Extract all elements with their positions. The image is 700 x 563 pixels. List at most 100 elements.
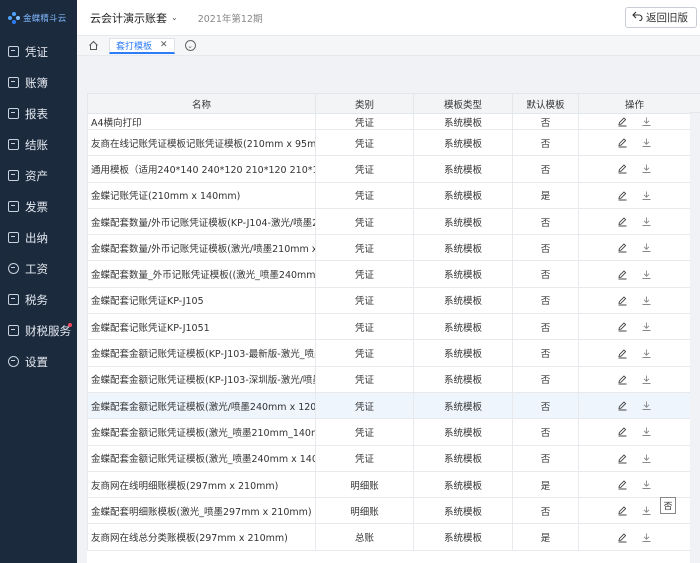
logo[interactable]: 金蝶精斗云 xyxy=(0,0,77,36)
download-icon[interactable] xyxy=(641,348,652,359)
table-row[interactable]: 友商在线记账凭证模板记账凭证模板(210mm x 95mm) 凭证 系统模板否 xyxy=(87,128,690,157)
template-actions xyxy=(578,444,690,472)
download-icon[interactable] xyxy=(641,479,652,490)
sidebar-item-salary[interactable]: 工资 xyxy=(0,253,77,284)
template-name: 金蝶配套数量_外币记账凭证模板((激光_喷墨240mm x 140mm) xyxy=(87,260,316,288)
template-default: 否 xyxy=(512,339,579,367)
download-icon[interactable] xyxy=(641,116,652,127)
sidebar-item-invoice[interactable]: 发票 xyxy=(0,191,77,222)
edit-icon[interactable] xyxy=(617,374,628,385)
template-actions xyxy=(578,286,690,315)
download-icon[interactable] xyxy=(641,453,652,464)
download-icon[interactable] xyxy=(641,505,652,516)
home-icon[interactable] xyxy=(88,40,99,51)
edit-icon[interactable] xyxy=(617,163,628,174)
edit-icon[interactable] xyxy=(617,242,628,253)
sidebar-item-label: 凭证 xyxy=(25,44,48,59)
sidebar-item-label: 资产 xyxy=(25,168,48,183)
table-row[interactable]: 金蝶配套记账凭证KP-J105 凭证 系统模板否 xyxy=(87,286,690,315)
sidebar-item-label: 工资 xyxy=(25,261,48,276)
template-category: 凭证 xyxy=(315,391,414,420)
sidebar-item-tax[interactable]: 税务 xyxy=(0,284,77,315)
download-icon[interactable] xyxy=(641,242,652,253)
template-actions xyxy=(578,207,690,236)
edit-icon[interactable] xyxy=(617,532,628,543)
edit-icon[interactable] xyxy=(617,400,628,411)
table-row[interactable]: 金蝶配套数量/外币记账凭证模板(KP-J104-激光/喷墨240mm x 140… xyxy=(87,207,690,236)
salary-icon xyxy=(8,263,19,274)
template-actions xyxy=(578,128,690,157)
download-icon[interactable] xyxy=(641,269,652,280)
edit-icon[interactable] xyxy=(617,479,628,490)
sidebar-item-report[interactable]: 报表 xyxy=(0,98,77,129)
accounting-period: 2021年第12期 xyxy=(197,13,263,25)
column-header-default: 默认模板 xyxy=(512,93,579,114)
edit-icon[interactable] xyxy=(617,190,628,201)
sidebar-item-service[interactable]: 财税服务 xyxy=(0,315,77,346)
template-name: 金蝶配套金额记账凭证模板(激光_喷墨240mm x 140mm) xyxy=(87,444,316,472)
sidebar-item-ledger[interactable]: 账簿 xyxy=(0,67,77,98)
download-icon[interactable] xyxy=(641,426,652,437)
table-row[interactable]: 金蝶配套金额记账凭证模板(KP-J103-深圳版-激光/喷墨240mm)凭证系统… xyxy=(87,365,690,393)
download-icon[interactable] xyxy=(641,216,652,227)
edit-icon[interactable] xyxy=(617,426,628,437)
table-row[interactable]: 金蝶配套金额记账凭证模板(激光_喷墨240mm x 140mm) 凭证 系统模板否 xyxy=(87,444,690,472)
template-name: 金蝶配套金额记账凭证模板(激光_喷墨210mm_140mm) xyxy=(87,418,316,446)
edit-icon[interactable] xyxy=(617,321,628,332)
download-icon[interactable] xyxy=(641,295,652,306)
template-name: 金蝶配套金额记账凭证模板(KP-J103-深圳版-激光/喷墨240mm) xyxy=(87,365,316,393)
download-icon[interactable] xyxy=(641,321,652,332)
edit-icon[interactable] xyxy=(617,216,628,227)
template-type: 系统模板 xyxy=(413,418,513,446)
column-header-name: 名称 xyxy=(87,93,316,114)
table-row[interactable]: 友商网在线明细账模板(297mm x 210mm) 明细账 系统模板是 xyxy=(87,470,690,499)
table-row[interactable]: 金蝶记账凭证(210mm x 140mm) 凭证 系统模板是 xyxy=(87,181,690,209)
sidebar-item-label: 报表 xyxy=(25,106,48,121)
template-default: 否 xyxy=(512,286,579,315)
edit-icon[interactable] xyxy=(617,269,628,280)
sidebar-item-closing[interactable]: 结账 xyxy=(0,129,77,160)
edit-icon[interactable] xyxy=(617,453,628,464)
table-row[interactable]: 金蝶配套金额记账凭证模板(KP-J103-最新版-激光_喷墨240mm)凭证系统… xyxy=(87,339,690,367)
sidebar-item-asset[interactable]: 资产 xyxy=(0,160,77,191)
edit-icon[interactable] xyxy=(617,505,628,516)
table-row[interactable]: 金蝶配套数量_外币记账凭证模板((激光_喷墨240mm x 140mm)凭证系统… xyxy=(87,260,690,288)
download-icon[interactable] xyxy=(641,400,652,411)
table-row[interactable]: 金蝶配套明细账模板(激光_喷墨297mm x 210mm) 明细账 系统模板否 xyxy=(87,497,690,525)
close-icon[interactable]: ✕ xyxy=(160,40,168,50)
table-row[interactable]: 金蝶配套数量/外币记账凭证模板(激光/喷墨210mm x 140mm)凭证系统模… xyxy=(87,234,690,262)
download-icon[interactable] xyxy=(641,190,652,201)
table-row[interactable]: 友商网在线总分类账模板(297mm x 210mm) 总账 系统模板是 xyxy=(87,523,690,551)
table-row[interactable]: 金蝶配套金额记账凭证模板(激光/喷墨240mm x 120mm) 凭证 系统模板否 xyxy=(87,391,690,420)
sidebar-item-settings[interactable]: 设置 xyxy=(0,346,77,377)
table-row[interactable]: 通用模板（适用240*140 240*120 210*120 210*140的空… xyxy=(87,155,690,183)
sidebar-item-voucher[interactable]: 凭证 xyxy=(0,36,77,67)
back-to-old-version-button[interactable]: 返回旧版 xyxy=(625,7,697,28)
account-selector[interactable]: 云会计演示账套 ⌄ xyxy=(90,10,178,26)
tabs-more-icon[interactable]: ⌄ xyxy=(184,40,196,51)
notification-dot xyxy=(68,323,72,327)
template-type: 系统模板 xyxy=(413,470,513,499)
tab-print-template[interactable]: 套打模板 ✕ xyxy=(109,37,175,54)
invoice-icon xyxy=(8,201,19,212)
table-row[interactable]: A4横向打印 凭证 系统模板否 xyxy=(87,113,690,130)
download-icon[interactable] xyxy=(641,532,652,543)
back-button-label: 返回旧版 xyxy=(646,12,688,24)
download-icon[interactable] xyxy=(641,137,652,148)
template-actions xyxy=(578,313,690,341)
edit-icon[interactable] xyxy=(617,295,628,306)
template-name: 金蝶配套金额记账凭证模板(激光/喷墨240mm x 120mm) xyxy=(87,391,316,420)
edit-icon[interactable] xyxy=(617,137,628,148)
table-row[interactable]: 金蝶配套记账凭证KP-J1051 凭证 系统模板否 xyxy=(87,313,690,341)
download-icon[interactable] xyxy=(641,163,652,174)
template-name: 友商网在线总分类账模板(297mm x 210mm) xyxy=(87,523,316,551)
sidebar-item-cashier[interactable]: 出纳 xyxy=(0,222,77,253)
edit-icon[interactable] xyxy=(617,348,628,359)
sidebar-item-label: 结账 xyxy=(25,137,48,152)
column-header-type: 模板类型 xyxy=(413,93,513,114)
edit-icon[interactable] xyxy=(617,116,628,127)
table-row[interactable]: 金蝶配套金额记账凭证模板(激光_喷墨210mm_140mm) 凭证 系统模板否 xyxy=(87,418,690,446)
tax-icon xyxy=(8,294,19,305)
download-icon[interactable] xyxy=(641,374,652,385)
template-actions xyxy=(578,113,690,130)
